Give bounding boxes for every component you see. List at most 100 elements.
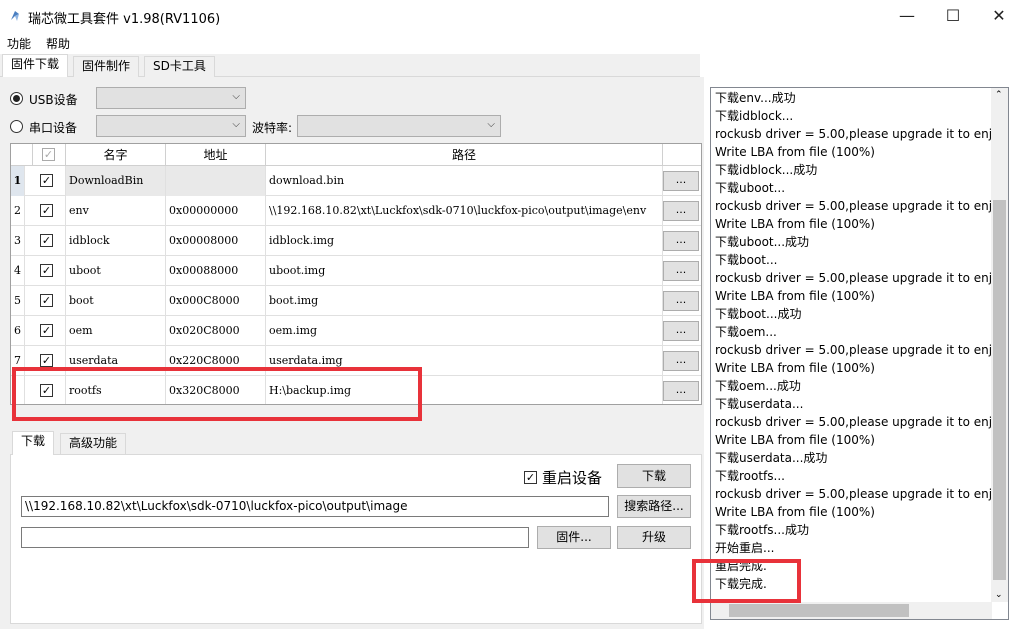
grid-header-check[interactable]: ✓ — [33, 144, 66, 166]
tab-advanced[interactable]: 高级功能 — [60, 433, 127, 454]
table-row[interactable]: 1 ✓ DownloadBin download.bin... — [11, 166, 701, 196]
row-browse-button[interactable]: ... — [663, 381, 699, 401]
row-path[interactable]: uboot.img — [266, 256, 663, 286]
table-row[interactable]: 6 ✓ oem 0x020C8000 oem.img... — [11, 316, 701, 346]
reboot-checkbox[interactable]: ✓ — [524, 471, 537, 484]
usb-radio[interactable] — [10, 92, 23, 105]
row-checkbox[interactable]: ✓ — [40, 354, 53, 367]
log-horizontal-scrollbar[interactable] — [711, 602, 992, 619]
row-check-cell: ✓ — [33, 316, 66, 346]
window-title: 瑞芯微工具套件 v1.98(RV1106) — [28, 12, 221, 27]
highlight-download-complete — [692, 559, 801, 603]
row-address[interactable]: 0x00088000 — [166, 256, 266, 286]
row-name[interactable]: boot — [66, 286, 166, 316]
row-address[interactable]: 0x020C8000 — [166, 316, 266, 346]
partition-grid: ✓ 名字 地址 路径 1 ✓ DownloadBin download.bin... 2… — [10, 143, 702, 405]
log-vertical-scrollbar[interactable]: ⌃ ⌄ — [991, 88, 1008, 602]
upgrade-button[interactable]: 升级 — [617, 526, 691, 549]
table-row[interactable]: 4 ✓ uboot 0x00088000 uboot.img... — [11, 256, 701, 286]
minimize-button[interactable]: — — [884, 0, 930, 32]
table-row[interactable]: 5 ✓ boot 0x000C8000 boot.img... — [11, 286, 701, 316]
row-browse-button[interactable]: ... — [663, 201, 699, 221]
log-line: 下载boot...成功 — [715, 307, 802, 321]
title-bar: 瑞芯微工具套件 v1.98(RV1106) — ☐ ✕ — [0, 0, 1018, 32]
row-browse-button[interactable]: ... — [663, 351, 699, 371]
log-line: Write LBA from file (100%) — [715, 217, 875, 231]
log-vscroll-thumb[interactable] — [993, 200, 1006, 580]
row-address[interactable]: 0x00000000 — [166, 196, 266, 226]
row-index: 3 — [11, 226, 25, 256]
row-check-cell: ✓ — [33, 196, 66, 226]
tab-firmware-download[interactable]: 固件下载 — [2, 54, 69, 78]
search-path-button[interactable]: 搜索路径... — [617, 495, 691, 518]
download-button[interactable]: 下载 — [617, 464, 691, 488]
log-panel[interactable]: 下载env...成功 下载idblock... rockusb driver = 5… — [710, 87, 1009, 620]
row-checkbox[interactable]: ✓ — [40, 264, 53, 277]
table-row[interactable]: 3 ✓ idblock 0x00008000 idblock.img... — [11, 226, 701, 256]
tab-download[interactable]: 下载 — [12, 431, 55, 455]
log-line: rockusb driver = 5.00,please upgrade it … — [715, 487, 1000, 501]
serial-device-select[interactable]: ⌵ — [96, 115, 246, 137]
main-tabs: 固件下载 固件制作 SD卡工具 — [0, 54, 700, 78]
scroll-up-icon[interactable]: ⌃ — [995, 90, 1003, 100]
scroll-down-icon[interactable]: ⌄ — [995, 590, 1003, 600]
row-index: 2 — [11, 196, 25, 226]
row-checkbox[interactable]: ✓ — [40, 174, 53, 187]
app-icon — [11, 11, 19, 21]
row-checkbox[interactable]: ✓ — [40, 294, 53, 307]
row-path[interactable]: boot.img — [266, 286, 663, 316]
log-line: Write LBA from file (100%) — [715, 361, 875, 375]
row-address[interactable]: 0x00008000 — [166, 226, 266, 256]
row-checkbox[interactable]: ✓ — [40, 204, 53, 217]
log-line: Write LBA from file (100%) — [715, 289, 875, 303]
log-line: 下载uboot... — [715, 181, 786, 195]
log-line: 下载idblock...成功 — [715, 163, 818, 177]
row-name[interactable]: env — [66, 196, 166, 226]
row-browse-button[interactable]: ... — [663, 291, 699, 311]
row-browse-button[interactable]: ... — [663, 171, 699, 191]
row-checkbox[interactable]: ✓ — [40, 234, 53, 247]
row-path[interactable]: idblock.img — [266, 226, 663, 256]
log-line: 下载oem... — [715, 325, 777, 339]
row-name[interactable]: idblock — [66, 226, 166, 256]
row-name[interactable]: DownloadBin — [66, 166, 166, 196]
grid-header-address: 地址 — [166, 144, 266, 166]
menu-function[interactable]: 功能 — [7, 35, 31, 52]
log-line: 下载env...成功 — [715, 91, 796, 105]
row-address[interactable] — [166, 166, 266, 196]
menu-bar: 功能 帮助 — [0, 32, 1018, 53]
log-line: 下载rootfs...成功 — [715, 523, 809, 537]
baud-rate-select[interactable]: ⌵ — [297, 115, 501, 137]
row-index: 1 — [11, 166, 25, 196]
row-address[interactable]: 0x000C8000 — [166, 286, 266, 316]
firmware-path-input[interactable]: \\192.168.10.82\xt\Luckfox\sdk-0710\luck… — [21, 496, 609, 517]
row-browse-button[interactable]: ... — [663, 231, 699, 251]
row-path[interactable]: oem.img — [266, 316, 663, 346]
row-browse-button[interactable]: ... — [663, 261, 699, 281]
row-index: 5 — [11, 286, 25, 316]
usb-device-select[interactable]: ⌵ — [96, 87, 246, 109]
select-all-checkbox[interactable]: ✓ — [42, 148, 55, 161]
row-browse-button[interactable]: ... — [663, 321, 699, 341]
row-name[interactable]: uboot — [66, 256, 166, 286]
tab-sd-tool[interactable]: SD卡工具 — [144, 56, 215, 77]
row-path[interactable]: \\192.168.10.82\xt\Luckfox\sdk-0710\luck… — [266, 196, 663, 226]
row-check-cell: ✓ — [33, 166, 66, 196]
row-checkbox[interactable]: ✓ — [40, 324, 53, 337]
grid-header-index — [11, 144, 33, 166]
row-index: 6 — [11, 316, 25, 346]
row-check-cell: ✓ — [33, 286, 66, 316]
close-button[interactable]: ✕ — [976, 0, 1018, 32]
row-path[interactable]: download.bin — [266, 166, 663, 196]
row-name[interactable]: oem — [66, 316, 166, 346]
menu-help[interactable]: 帮助 — [46, 35, 70, 52]
tab-firmware-make[interactable]: 固件制作 — [73, 56, 140, 77]
firmware-button[interactable]: 固件... — [537, 526, 611, 549]
serial-radio[interactable] — [10, 120, 23, 133]
download-panel: USB设备 ⌵ 串口设备 ⌵ 波特率: ⌵ ✓ 名字 地址 路径 1 ✓ Downl… — [0, 77, 704, 629]
firmware-file-input[interactable] — [21, 527, 529, 548]
table-row[interactable]: 2 ✓ env 0x00000000 \\192.168.10.82\xt\Luckfo… — [11, 196, 701, 226]
maximize-button[interactable]: ☐ — [930, 0, 976, 32]
log-hscroll-thumb[interactable] — [729, 604, 909, 617]
log-line: 下载userdata... — [715, 397, 804, 411]
